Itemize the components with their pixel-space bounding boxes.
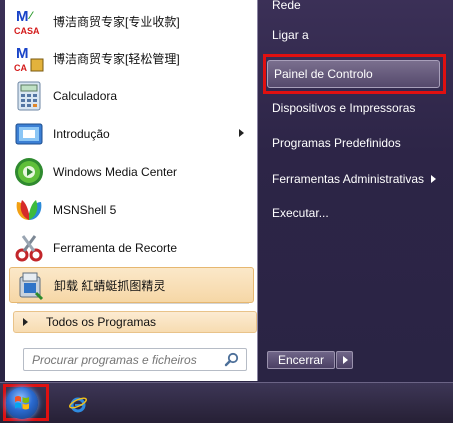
program-label: Ferramenta de Recorte [53, 241, 178, 255]
internet-explorer-icon[interactable] [69, 395, 87, 413]
start-menu: M ⁄ CASA 博洁商贸专家[专业收款] M CA 博洁商贸专家[轻松管理] [0, 0, 453, 382]
menu-item-run[interactable]: Executar... [266, 200, 442, 226]
all-programs-label: Todos os Programas [46, 315, 157, 329]
menu-item-network[interactable]: Rede [266, 0, 442, 18]
submenu-arrow-icon [431, 175, 436, 183]
program-item-uninstall-screenshot-tool[interactable]: 卸载 紅蜻蜓抓图精灵 [9, 267, 254, 303]
program-label: Introdução [53, 127, 110, 141]
menu-item-default-programs[interactable]: Programas Predefinidos [266, 130, 442, 156]
programs-panel: M ⁄ CASA 博洁商贸专家[专业收款] M CA 博洁商贸专家[轻松管理] [5, 0, 258, 381]
madcasa-app-icon: M ⁄ CASA [13, 5, 45, 37]
program-label: 博洁商贸专家[轻松管理] [53, 51, 180, 66]
svg-text:M: M [16, 8, 29, 25]
menu-item-label: Ferramentas Administrativas [272, 172, 425, 186]
program-item-media-center[interactable]: Windows Media Center [9, 154, 254, 190]
search-icon[interactable] [224, 352, 240, 368]
getting-started-icon [13, 118, 45, 150]
media-center-icon [13, 156, 45, 188]
program-label: 博洁商贸专家[专业收款] [53, 14, 180, 29]
menu-item-label: Ligar a [272, 28, 309, 42]
program-label: Windows Media Center [53, 165, 178, 179]
svg-text:M: M [16, 45, 29, 62]
all-programs-button[interactable]: Todos os Programas [13, 311, 257, 333]
msn-butterfly-icon [13, 194, 45, 226]
program-item-getting-started[interactable]: Introdução [9, 116, 254, 152]
svg-text:CASA: CASA [14, 26, 40, 36]
program-item-easy-management[interactable]: M CA 博洁商贸专家[轻松管理] [9, 40, 254, 76]
program-label: MSNShell 5 [53, 203, 117, 217]
snipping-tool-icon [13, 232, 45, 264]
program-item-snipping-tool[interactable]: Ferramenta de Recorte [9, 230, 254, 266]
taskbar [0, 382, 453, 423]
madcasa-app-icon: M CA [13, 42, 45, 74]
program-item-calculator[interactable]: Calculadora [9, 78, 254, 114]
chevron-right-icon [343, 356, 348, 364]
menu-item-devices-printers[interactable]: Dispositivos e Impressoras [266, 95, 442, 121]
submenu-arrow-icon [239, 129, 244, 137]
program-item-professional-receipts[interactable]: M ⁄ CASA 博洁商贸专家[专业收款] [9, 3, 254, 39]
search-box [23, 348, 247, 371]
menu-item-label: Executar... [272, 206, 329, 220]
program-item-msnshell[interactable]: MSNShell 5 [9, 192, 254, 228]
search-input[interactable] [24, 349, 220, 370]
start-button-windows-icon[interactable] [6, 387, 38, 419]
shutdown-options-button[interactable] [336, 351, 353, 369]
calculator-icon [13, 80, 45, 112]
uninstall-icon [14, 269, 46, 301]
menu-item-administrative-tools[interactable]: Ferramentas Administrativas [266, 166, 442, 192]
menu-item-connect-to[interactable]: Ligar a [266, 22, 442, 48]
shutdown-label: Encerrar [277, 353, 324, 367]
divider [17, 303, 249, 304]
expand-arrow-icon [23, 318, 28, 326]
menu-item-label: Dispositivos e Impressoras [272, 101, 416, 115]
menu-item-label: Painel de Controlo [274, 67, 373, 81]
menu-item-label: Rede [272, 0, 301, 12]
program-label: 卸载 紅蜻蜓抓图精灵 [54, 278, 166, 293]
menu-item-label: Programas Predefinidos [272, 136, 401, 150]
menu-item-control-panel[interactable]: Painel de Controlo [267, 60, 440, 88]
shutdown-button[interactable]: Encerrar [267, 351, 335, 369]
program-label: Calculadora [53, 89, 118, 103]
svg-text:CA: CA [14, 63, 27, 73]
